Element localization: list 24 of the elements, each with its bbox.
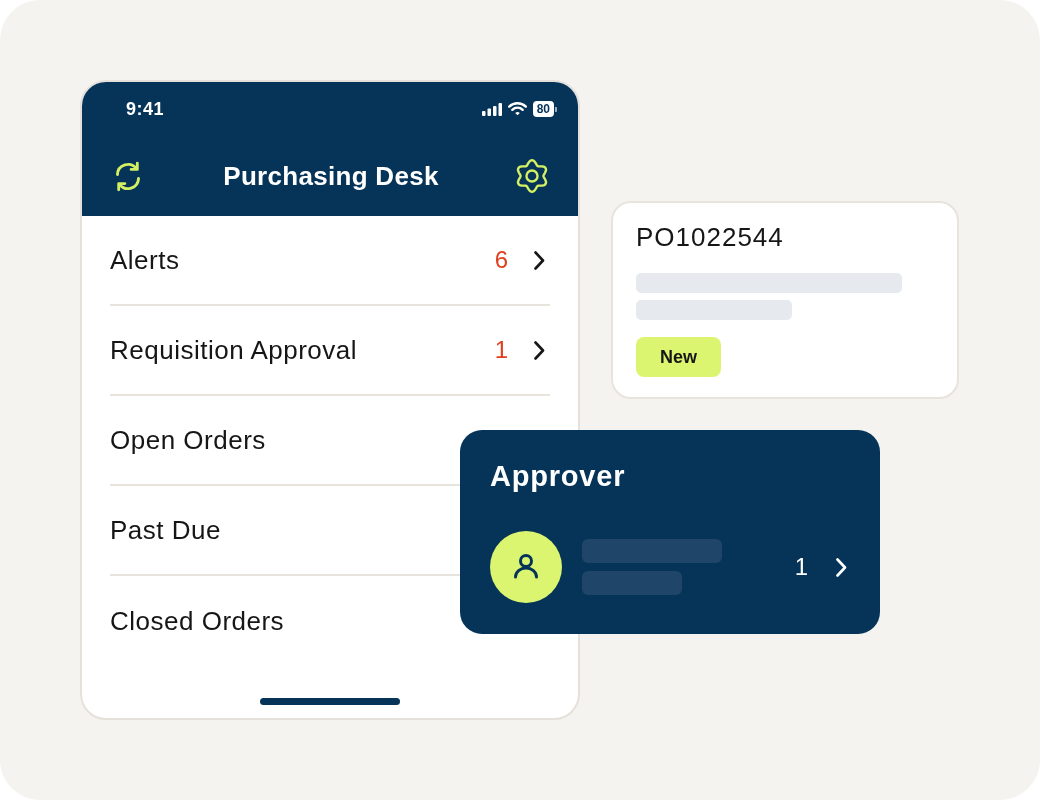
order-number: PO1022544 <box>636 222 784 252</box>
avatar-icon <box>490 531 562 603</box>
item-count: 1 <box>494 336 508 364</box>
item-count: 1 <box>794 553 808 581</box>
chevron-icon <box>836 557 847 577</box>
status-time: 9:41 <box>126 98 165 120</box>
card-title: Approver <box>490 459 626 494</box>
chevron-icon <box>534 250 545 270</box>
status-tag: New <box>636 337 721 377</box>
order-card[interactable]: PO1022544 New <box>611 201 959 399</box>
menu-item[interactable]: Closed Orders <box>110 605 285 637</box>
app-title: Purchasing Desk <box>223 160 439 192</box>
item-count: 6 <box>494 246 508 274</box>
menu-item[interactable]: Past Due <box>110 514 221 546</box>
settings-icon[interactable] <box>515 159 549 193</box>
signal-icon <box>481 102 502 116</box>
menu-item[interactable]: Open Orders <box>110 424 266 456</box>
approver-card[interactable]: Approver 1 <box>460 430 880 634</box>
chevron-icon <box>534 340 545 360</box>
refresh-icon[interactable] <box>113 160 143 192</box>
menu-item[interactable]: Alerts <box>110 244 180 276</box>
wifi-icon <box>507 102 527 116</box>
battery-indicator: 80 <box>532 101 557 117</box>
menu-item[interactable]: Requisition Approval <box>110 334 358 366</box>
